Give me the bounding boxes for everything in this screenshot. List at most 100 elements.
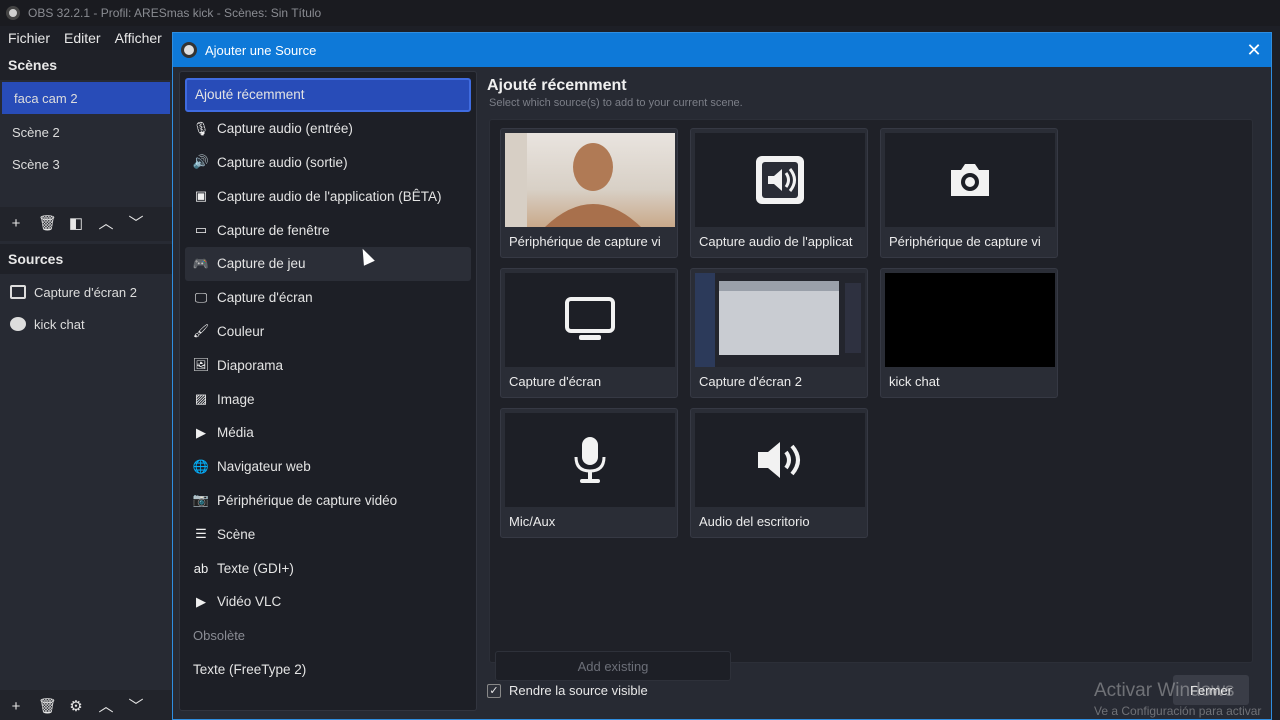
scene-item[interactable]: Scène 2 <box>0 116 172 148</box>
chevron-up-icon[interactable]: ︿ <box>98 699 114 715</box>
screen-preview <box>695 273 865 367</box>
add-existing-button[interactable]: Add existing <box>495 651 731 681</box>
list-icon: ☰ <box>195 526 207 542</box>
speaker-icon <box>695 413 865 507</box>
recent-panel: Ajouté récemment Select which source(s) … <box>485 71 1265 711</box>
close-icon[interactable]: ✕ <box>1237 33 1271 67</box>
list-item[interactable]: 🖼 Diaporama <box>185 348 471 382</box>
visible-checkbox-row[interactable]: ✓ Rendre la source visible <box>487 683 648 698</box>
list-item[interactable]: ▨ Image <box>185 382 471 416</box>
list-item[interactable]: 🌐 Navigateur web <box>185 450 471 484</box>
text-icon: ab <box>193 560 209 576</box>
obs-logo-icon <box>6 6 20 20</box>
recent-title: Ajouté récemment <box>487 77 627 94</box>
list-item-label: Capture audio de l'application (BÊTA) <box>217 188 442 204</box>
scene-item[interactable]: Scène 3 <box>0 148 172 180</box>
list-item-label: Capture d'écran <box>217 290 313 306</box>
list-item[interactable]: ▣ Capture audio de l'application (BÊTA) <box>185 179 471 213</box>
monitor-icon <box>505 273 675 367</box>
list-item[interactable]: 🎙 Capture audio (entrée) <box>185 112 471 146</box>
source-card[interactable]: Audio del escritorio <box>690 408 868 538</box>
list-item-label: Capture de fenêtre <box>217 222 330 238</box>
scene-item[interactable]: faca cam 2 <box>2 82 170 114</box>
sources-header: Sources <box>0 244 172 274</box>
dialog-titlebar: Ajouter une Source ✕ <box>173 33 1271 67</box>
card-label: Capture audio de l'applicat <box>699 234 853 249</box>
left-docks: Scènes faca cam 2 Scène 2 Scène 3 + 🗑 ◧ … <box>0 50 172 720</box>
chevron-down-icon[interactable]: ﹀ <box>128 216 144 232</box>
list-item[interactable]: ☰ Scène <box>185 517 471 551</box>
list-item[interactable]: ▶ Média <box>185 416 471 450</box>
list-item-recent[interactable]: Ajouté récemment <box>185 78 471 112</box>
list-item-label: Scène <box>217 526 256 542</box>
monitor-icon <box>10 285 26 299</box>
list-item-label: Navigateur web <box>217 459 311 475</box>
app-title: OBS 32.2.1 - Profil: ARESmas kick - Scèn… <box>28 6 322 20</box>
app-titlebar: OBS 32.2.1 - Profil: ARESmas kick - Scèn… <box>0 0 1280 26</box>
gamepad-icon: 🎮 <box>192 255 210 271</box>
source-item[interactable]: Capture d'écran 2 <box>0 276 172 308</box>
card-label: Périphérique de capture vi <box>509 234 661 249</box>
list-item[interactable]: ▶ Vidéo VLC <box>185 585 471 619</box>
list-item-label: Texte (GDI+) <box>217 560 294 576</box>
list-item-label: Couleur <box>217 323 265 339</box>
menu-fichier[interactable]: Fichier <box>8 30 50 46</box>
globe-icon: 🌐 <box>192 458 210 474</box>
card-label: Audio del escritorio <box>699 514 810 529</box>
person-silhouette <box>505 133 641 227</box>
mic-icon <box>505 413 675 507</box>
source-card[interactable]: Mic/Aux <box>500 408 678 538</box>
source-card[interactable]: kick chat <box>880 268 1058 398</box>
app-audio-icon <box>695 133 865 227</box>
source-item[interactable]: kick chat <box>0 308 172 340</box>
play-icon: ▶ <box>196 593 206 609</box>
list-item-label: Média <box>217 425 254 441</box>
card-label: Mic/Aux <box>509 514 556 529</box>
add-scene-icon[interactable]: + <box>8 216 24 232</box>
source-card[interactable]: Capture d'écran 2 <box>690 268 868 398</box>
source-card[interactable]: Capture audio de l'applicat <box>690 128 868 258</box>
card-label: Périphérique de capture vi <box>889 234 1041 249</box>
source-card[interactable]: Capture d'écran <box>500 268 678 398</box>
globe-icon <box>10 317 26 331</box>
add-source-icon[interactable]: + <box>8 699 24 715</box>
speaker-icon: 🔊 <box>192 154 210 170</box>
source-label: Capture d'écran 2 <box>34 284 137 300</box>
list-item[interactable]: 🔊 Capture audio (sortie) <box>185 146 471 180</box>
visible-checkbox[interactable]: ✓ <box>487 683 501 698</box>
list-item[interactable]: 🎮 Capture de jeu <box>185 246 471 281</box>
recent-sources-grid: Périphérique de capture vi Capture audio… <box>489 119 1253 663</box>
list-item[interactable]: ▭ Capture de fenêtre <box>185 213 471 247</box>
obs-logo-icon <box>181 42 197 58</box>
list-item[interactable]: 📷 Périphérique de capture vidéo <box>185 484 471 518</box>
camera-icon: 📷 <box>192 492 210 508</box>
screen-preview-image <box>695 273 865 367</box>
filter-icon[interactable]: ◧ <box>68 216 84 232</box>
brush-icon: 🖌 <box>192 323 210 339</box>
app-audio-icon: ▣ <box>194 188 208 204</box>
list-item-label: Capture audio (sortie) <box>217 154 348 170</box>
black-preview <box>885 273 1055 367</box>
list-item-label: Périphérique de capture vidéo <box>217 492 398 508</box>
source-card[interactable]: Périphérique de capture vi <box>500 128 678 258</box>
card-label: kick chat <box>889 374 940 389</box>
list-item[interactable]: ab Texte (GDI+) <box>185 551 471 585</box>
mic-icon: 🎙 <box>192 120 210 136</box>
chevron-up-icon[interactable]: ︿ <box>98 216 114 232</box>
gear-icon[interactable]: ⚙ <box>68 699 84 715</box>
trash-icon[interactable]: 🗑 <box>38 216 57 232</box>
source-label: kick chat <box>34 316 85 332</box>
list-item[interactable]: 🖌 Couleur <box>185 315 471 349</box>
menu-editer[interactable]: Editer <box>64 30 101 46</box>
chevron-down-icon[interactable]: ﹀ <box>128 699 144 715</box>
source-card[interactable]: Périphérique de capture vi <box>880 128 1058 258</box>
webcam-preview <box>505 133 675 227</box>
trash-icon[interactable]: 🗑 <box>38 699 57 715</box>
list-item[interactable]: 🖵 Capture d'écran <box>185 281 471 315</box>
list-item[interactable]: Texte (FreeType 2) <box>185 653 471 687</box>
menu-afficher[interactable]: Afficher <box>115 30 162 46</box>
watermark-subtitle: Ve a Configuración para activar Windows. <box>1094 704 1262 720</box>
add-source-dialog: Ajouter une Source ✕ Ajouté récemment 🎙 C… <box>172 32 1272 720</box>
list-item-label: Image <box>217 391 255 407</box>
list-item-label: Obsolète <box>193 628 246 644</box>
